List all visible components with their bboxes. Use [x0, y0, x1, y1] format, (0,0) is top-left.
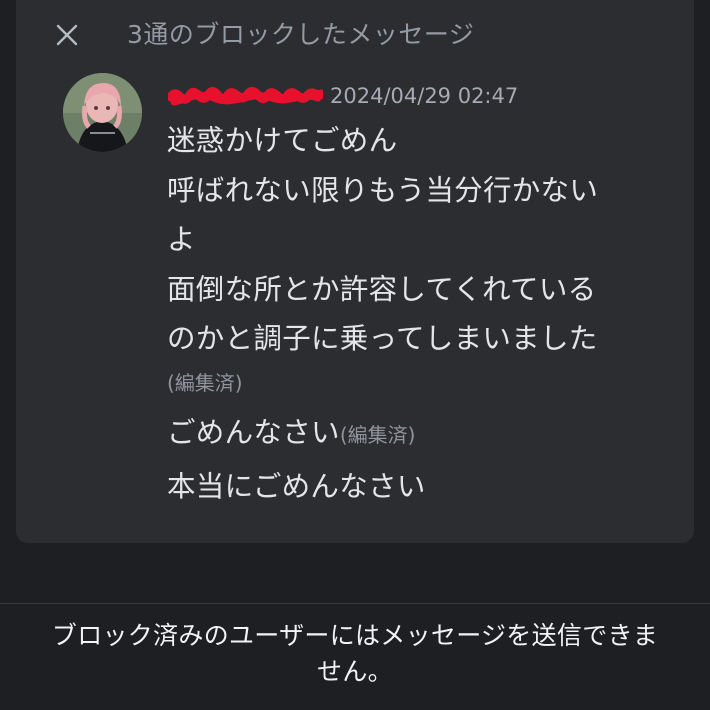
message-line: よ — [167, 223, 196, 256]
blocked-notice-line: せん。 — [317, 657, 393, 686]
edited-label: (編集済) — [339, 423, 416, 447]
username-redacted[interactable] — [166, 82, 326, 112]
message-line: 呼ばれない限りもう当分行かない — [167, 174, 599, 207]
message-line: 迷惑かけてごめん — [167, 124, 398, 157]
message-line: 本当にごめんなさい — [167, 470, 426, 503]
blocked-notice: ブロック済みのユーザーにはメッセージを送信できま せん。 — [0, 618, 710, 690]
divider — [0, 603, 710, 604]
avatar[interactable] — [63, 73, 142, 152]
edited-label: (編集済) — [167, 371, 243, 395]
blocked-messages-title[interactable]: 3通のブロックしたメッセージ — [127, 15, 474, 51]
blocked-notice-line: ブロック済みのユーザーにはメッセージを送信できま — [51, 621, 659, 650]
message-line: ごめんなさい(編集済) — [167, 408, 415, 460]
message-line: 面倒な所とか許容してくれている — [167, 273, 597, 306]
close-icon[interactable] — [52, 18, 82, 52]
message-line: のかと調子に乗ってしまいました — [167, 322, 598, 355]
message-text: ごめんなさい — [167, 416, 340, 449]
message-timestamp: 2024/04/29 02:47 — [330, 84, 519, 108]
